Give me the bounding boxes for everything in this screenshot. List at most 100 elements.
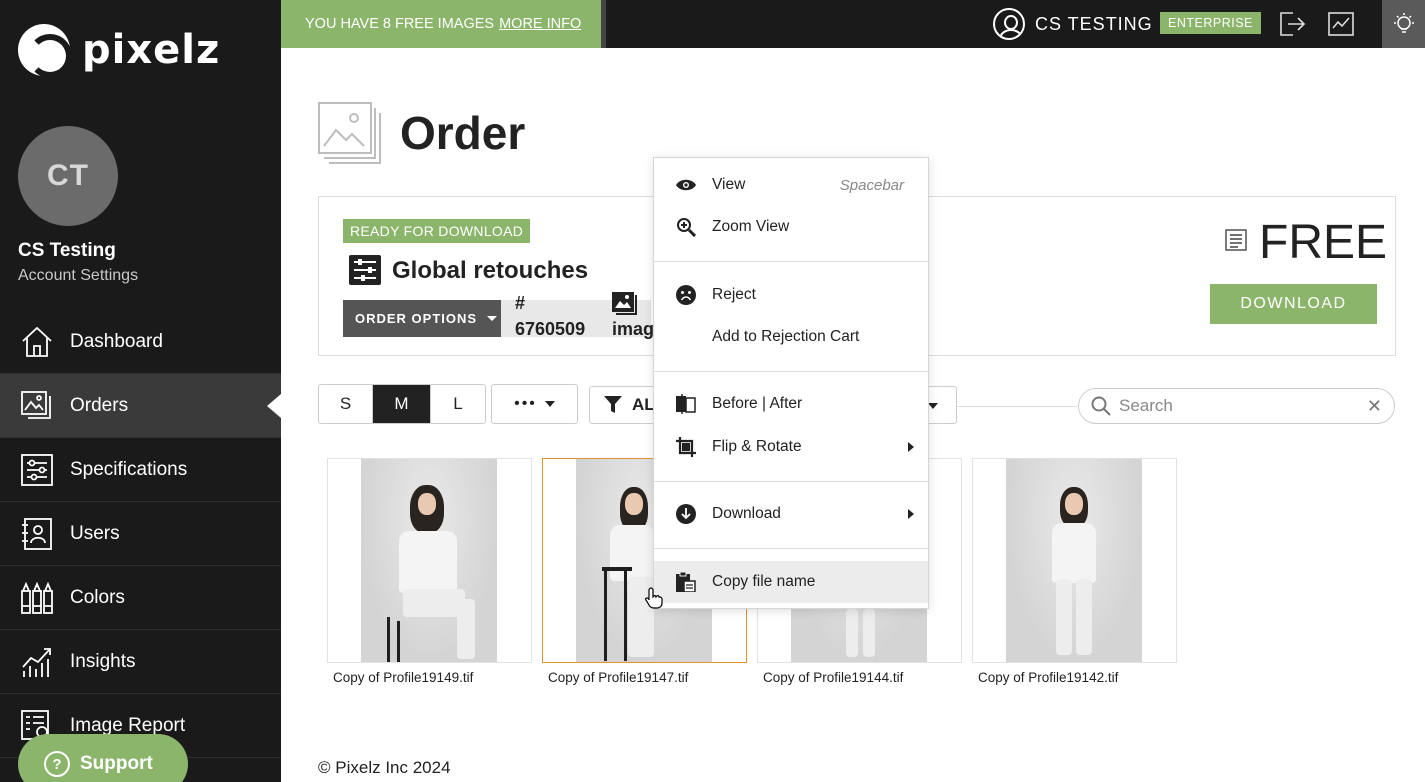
insights-icon <box>20 645 54 679</box>
download-icon <box>676 504 696 524</box>
size-m-button[interactable]: M <box>373 385 431 423</box>
context-menu-flip-rotate[interactable]: Flip & Rotate <box>654 426 928 468</box>
free-images-banner: YOU HAVE 8 FREE IMAGES MORE INFO <box>281 0 606 48</box>
size-s-button[interactable]: S <box>319 385 373 423</box>
sidebar-item-label: Dashboard <box>70 330 163 352</box>
order-options-label: ORDER OPTIONS <box>355 311 478 326</box>
caret-down-icon <box>928 403 938 409</box>
search-icon <box>1091 396 1111 416</box>
lightbulb-button[interactable] <box>1382 0 1425 48</box>
plan-badge: ENTERPRISE <box>1160 12 1261 34</box>
order-options-button[interactable]: ORDER OPTIONS <box>343 300 501 337</box>
specification-name: Global retouches <box>392 257 589 284</box>
colors-icon <box>20 581 54 615</box>
topbar: YOU HAVE 8 FREE IMAGES MORE INFO CS TEST… <box>281 0 1425 48</box>
image-filename: Copy of Profile19147.tif <box>548 670 689 685</box>
menu-separator <box>654 481 928 482</box>
orders-icon <box>20 389 54 423</box>
sidebar-item-specifications[interactable]: Specifications <box>0 438 281 502</box>
chart-button[interactable] <box>1325 8 1357 40</box>
clear-search-icon[interactable]: ✕ <box>1367 396 1382 417</box>
menu-label: Copy file name <box>712 573 816 590</box>
photo <box>1006 459 1142 662</box>
context-menu-download[interactable]: Download <box>654 493 928 535</box>
context-menu-reject[interactable]: Reject <box>654 274 928 316</box>
menu-separator <box>654 548 928 549</box>
image-context-menu: View Spacebar Zoom View Reject Add to Re… <box>653 157 929 609</box>
menu-label: Download <box>712 505 781 522</box>
help-icon: ? <box>44 751 70 777</box>
users-icon <box>20 517 54 551</box>
sidebar-item-orders[interactable]: Orders <box>0 374 281 438</box>
caret-down-icon <box>487 316 498 321</box>
menu-shortcut: Spacebar <box>839 176 904 194</box>
search-input[interactable] <box>1119 396 1359 416</box>
account-settings-link[interactable]: Account Settings <box>18 267 138 285</box>
sidebar-item-label: Insights <box>70 650 136 672</box>
thumbnail-size-toggle: S M L <box>318 384 486 424</box>
context-menu-zoom-view[interactable]: Zoom View <box>654 206 928 248</box>
logout-button[interactable] <box>1276 8 1308 40</box>
more-dots: ••• <box>514 395 537 412</box>
sad-face-icon <box>676 285 696 305</box>
context-menu-copy-file-name[interactable]: Copy file name <box>654 561 928 603</box>
filter-icon <box>604 396 622 413</box>
top-user-menu[interactable]: CS TESTING <box>993 8 1153 40</box>
user-icon <box>993 8 1025 40</box>
filter-label: AL <box>632 395 655 414</box>
menu-label: Before | After <box>712 395 803 412</box>
hand-cursor-icon <box>644 587 663 614</box>
support-button[interactable]: ? Support <box>18 734 188 782</box>
caret-down-icon <box>544 401 555 407</box>
page-title: Order <box>400 107 526 159</box>
status-badge: READY FOR DOWNLOAD <box>343 219 531 243</box>
context-menu-view[interactable]: View Spacebar <box>654 164 928 206</box>
invoice-icon <box>1225 229 1247 256</box>
submenu-arrow-icon <box>908 442 914 452</box>
order-id-number: 6760509 <box>515 319 586 339</box>
sidebar-nav: Dashboard Orders Specifications Users Co… <box>0 310 281 758</box>
menu-separator <box>654 371 928 372</box>
user-name: CS Testing <box>18 240 116 261</box>
image-thumbnail[interactable] <box>327 458 532 663</box>
image-filename: Copy of Profile19149.tif <box>333 670 474 685</box>
promo-text: YOU HAVE 8 FREE IMAGES <box>305 16 495 32</box>
image-thumbnail[interactable] <box>972 458 1177 663</box>
sidebar-item-insights[interactable]: Insights <box>0 630 281 694</box>
avatar[interactable]: CT <box>18 126 118 226</box>
top-user-name: CS TESTING <box>1035 13 1153 34</box>
search-box: ✕ <box>1078 388 1395 424</box>
sidebar-item-dashboard[interactable]: Dashboard <box>0 310 281 374</box>
zoom-in-icon <box>676 217 696 237</box>
menu-label: Reject <box>712 286 756 303</box>
context-menu-add-rejection-cart[interactable]: Add to Rejection Cart <box>654 316 928 358</box>
clipboard-icon <box>676 572 696 592</box>
logo-mark-icon <box>18 24 72 78</box>
sidebar-item-label: Colors <box>70 586 125 608</box>
size-l-button[interactable]: L <box>431 385 485 423</box>
download-button[interactable]: DOWNLOAD <box>1210 284 1377 324</box>
sidebar-item-label: Specifications <box>70 458 188 480</box>
menu-separator <box>654 261 928 262</box>
sliders-icon <box>349 255 381 290</box>
app: pixelz CT CS Testing Account Settings Da… <box>0 0 1425 782</box>
eye-icon <box>676 175 696 195</box>
more-info-link[interactable]: MORE INFO <box>499 16 581 32</box>
context-menu-before-after[interactable]: Before | After <box>654 383 928 425</box>
support-label: Support <box>80 753 153 774</box>
menu-label: Zoom View <box>712 218 790 235</box>
image-filename: Copy of Profile19142.tif <box>978 670 1119 685</box>
divider <box>957 406 1077 407</box>
menu-label: Add to Rejection Cart <box>712 328 860 345</box>
images-icon <box>612 292 638 321</box>
logo-text: pixelz <box>82 27 221 73</box>
order-id-hash: # <box>515 293 526 313</box>
images-count-label: imag <box>612 319 655 339</box>
sidebar-item-users[interactable]: Users <box>0 502 281 566</box>
more-actions-button[interactable]: ••• <box>491 384 578 424</box>
sidebar-item-colors[interactable]: Colors <box>0 566 281 630</box>
home-icon <box>20 325 54 359</box>
logo[interactable]: pixelz <box>18 24 221 78</box>
menu-label: View <box>712 176 746 193</box>
chart-icon <box>1328 12 1354 36</box>
